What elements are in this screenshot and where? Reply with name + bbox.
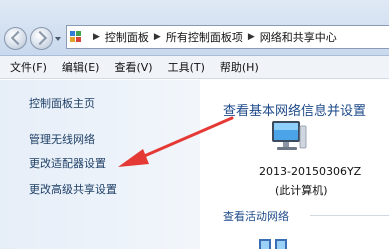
menu-bar: 文件(F) 编辑(E) 查看(V) 工具(T) 帮助(H)	[0, 56, 389, 79]
back-arrow-icon	[10, 30, 26, 46]
breadcrumb-separator-icon[interactable]: ▶	[154, 32, 161, 42]
computer-sub-label: (此计算机)	[275, 184, 328, 197]
menu-tools[interactable]: 工具(T)	[162, 59, 211, 75]
left-task-pane: 控制面板主页 管理无线网络 更改适配器设置 更改高级共享设置	[0, 80, 200, 249]
menu-edit[interactable]: 编辑(E)	[56, 59, 106, 75]
address-bar-area: ▶ 控制面板 ▶ 所有控制面板项 ▶ 网络和共享中心	[0, 0, 389, 56]
recent-pages-dropdown-icon[interactable]	[55, 37, 61, 41]
change-adapter-settings-link[interactable]: 更改适配器设置	[29, 155, 106, 171]
breadcrumb-control-panel[interactable]: 控制面板	[105, 29, 149, 45]
control-panel-icon	[70, 31, 84, 43]
address-box[interactable]: ▶ 控制面板 ▶ 所有控制面板项 ▶ 网络和共享中心	[66, 25, 389, 49]
section-divider	[310, 215, 389, 216]
forward-button[interactable]	[30, 27, 53, 50]
page-title: 查看基本网络信息并设置	[223, 104, 367, 119]
main-content: 查看基本网络信息并设置 2013-20150306YZ (此计算机) 查看活动网…	[200, 80, 389, 249]
change-advanced-sharing-link[interactable]: 更改高级共享设置	[29, 181, 117, 197]
manage-wireless-link[interactable]: 管理无线网络	[29, 131, 95, 147]
breadcrumb-all-items[interactable]: 所有控制面板项	[166, 29, 243, 45]
network-name	[298, 239, 302, 249]
back-button[interactable]	[4, 27, 27, 50]
computer-icon[interactable]	[269, 120, 307, 156]
computer-name: 2013-20150306YZ	[259, 165, 362, 178]
menu-view[interactable]: 查看(V)	[108, 59, 158, 75]
menu-help[interactable]: 帮助(H)	[214, 59, 265, 75]
menu-file[interactable]: 文件(F)	[4, 59, 53, 75]
breadcrumb-separator-icon[interactable]: ▶	[93, 32, 100, 42]
breadcrumb-separator-icon[interactable]: ▶	[248, 32, 255, 42]
active-networks-header: 查看活动网络	[223, 210, 289, 223]
forward-arrow-icon	[32, 30, 48, 46]
control-panel-home-link[interactable]: 控制面板主页	[29, 95, 95, 111]
breadcrumb-network-center[interactable]: 网络和共享中心	[260, 29, 337, 45]
network-icon	[259, 239, 287, 249]
